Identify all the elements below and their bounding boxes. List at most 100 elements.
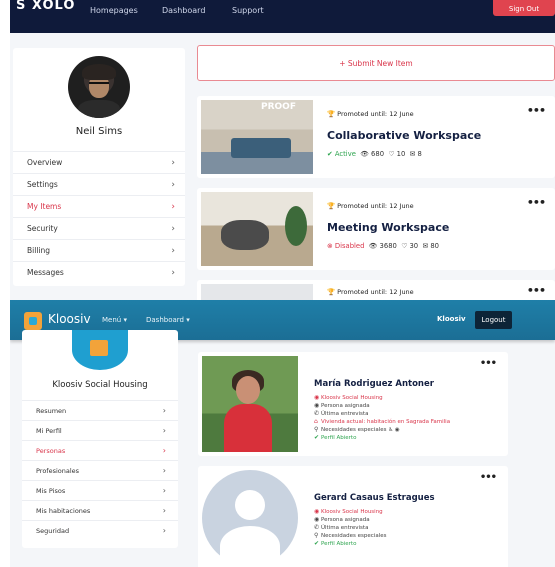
- chevron-right-icon: ›: [162, 466, 166, 475]
- nav-homepages[interactable]: Homepages: [90, 6, 138, 15]
- sidebar-item-mi-perfil[interactable]: Mi Perfil ›: [22, 420, 178, 440]
- trophy-icon: 🏆: [327, 110, 336, 118]
- sidebar-item-personas[interactable]: Personas ›: [22, 440, 178, 460]
- eye-icon: ◉: [314, 516, 320, 523]
- trophy-icon: 🏆: [327, 288, 336, 296]
- nav-dashboard[interactable]: Dashboard: [162, 6, 205, 15]
- eye-icon: 👁: [360, 150, 369, 158]
- chevron-right-icon: ›: [162, 426, 166, 435]
- sidebar-item-billing[interactable]: Billing ›: [13, 239, 185, 261]
- sidebar-item-overview[interactable]: Overview ›: [13, 151, 185, 173]
- trophy-icon: ⚲: [314, 532, 319, 539]
- more-options-icon[interactable]: •••: [480, 472, 497, 483]
- eye-icon: ◉: [394, 427, 400, 433]
- promoted-until: 🏆 Promoted until: 12 June: [327, 288, 414, 296]
- item-title[interactable]: Meeting Workspace: [327, 221, 449, 234]
- more-options-icon[interactable]: •••: [480, 358, 497, 369]
- item-stats: ⊗ Disabled 👁 3680 ♡ 30 ✉ 80: [327, 242, 439, 250]
- composite-screenshot: S XOLO Homepages Dashboard Support Sign …: [0, 0, 555, 567]
- more-options-icon[interactable]: •••: [527, 196, 546, 209]
- logout-button[interactable]: Logout: [475, 311, 512, 329]
- views-count: 3680: [379, 242, 397, 250]
- item-stats: ✔ Active 👁 680 ♡ 10 ✉ 8: [327, 150, 422, 158]
- chevron-right-icon: ›: [162, 486, 166, 495]
- home-icon: ⌂: [314, 418, 318, 425]
- person-card[interactable]: Gerard Casaus Estragues ◉ Kloosiv Social …: [198, 466, 508, 567]
- sidebar-item-my-items[interactable]: My Items ›: [13, 195, 185, 217]
- top-navbar: S XOLO Homepages Dashboard Support Sign …: [10, 0, 555, 33]
- sidebar-item-resumen[interactable]: Resumen ›: [22, 400, 178, 420]
- person-name[interactable]: Gerard Casaus Estragues: [314, 493, 435, 503]
- person-last-interview: ✆ Última entrevista: [314, 410, 369, 417]
- status-badge: Disabled: [334, 242, 365, 250]
- promoted-until: 🏆 Promoted until: 12 June: [327, 110, 414, 118]
- user-name: Neil Sims: [75, 126, 123, 137]
- status-badge: Active: [334, 150, 356, 158]
- sidebar-item-mis-habitaciones[interactable]: Mis habitaciones ›: [22, 500, 178, 520]
- sidebar-item-profesionales[interactable]: Profesionales ›: [22, 460, 178, 480]
- user-link[interactable]: Kloosiv: [437, 315, 466, 323]
- org-logo: [72, 330, 128, 370]
- nav-support[interactable]: Support: [232, 6, 264, 15]
- more-options-icon[interactable]: •••: [527, 104, 546, 117]
- eye-icon: 👁: [368, 242, 378, 250]
- org-sidebar: Kloosiv Social Housing Resumen › Mi Perfi…: [22, 330, 178, 548]
- sign-out-button[interactable]: Sign Out: [493, 0, 555, 16]
- avatar: [68, 56, 130, 118]
- sidebar-item-settings[interactable]: Settings ›: [13, 173, 185, 195]
- promoted-until: 🏆 Promoted until: 12 June: [327, 202, 414, 210]
- top-app: S XOLO Homepages Dashboard Support Sign …: [10, 0, 555, 300]
- chevron-right-icon: ›: [171, 224, 175, 234]
- person-needs: ⚲ Necesidades especiales: [314, 532, 387, 539]
- trophy-icon: ⚲: [314, 426, 319, 433]
- top-logo[interactable]: S XOLO: [16, 0, 75, 13]
- item-card[interactable]: 🏆 Promoted until: 12 June Meeting Worksp…: [197, 188, 555, 270]
- views-count: 680: [371, 150, 385, 158]
- chevron-right-icon: ›: [171, 268, 175, 278]
- nav-menu-dropdown[interactable]: Menú ▾: [102, 316, 127, 324]
- trophy-icon: 🏆: [327, 202, 336, 210]
- chevron-right-icon: ›: [171, 180, 175, 190]
- person-needs: ⚲ Necesidades especiales ♿ ◉: [314, 426, 400, 433]
- nav-dashboard-dropdown[interactable]: Dashboard ▾: [146, 316, 190, 324]
- sidebar-item-security[interactable]: Security ›: [13, 217, 185, 239]
- messages-count: 8: [417, 150, 422, 158]
- messages-count: 80: [430, 242, 439, 250]
- sidebar-item-seguridad[interactable]: Seguridad ›: [22, 520, 178, 540]
- person-photo-placeholder: [202, 470, 298, 566]
- phone-icon: ✆: [314, 410, 320, 417]
- chevron-right-icon: ›: [162, 446, 166, 455]
- more-options-icon[interactable]: •••: [527, 284, 546, 297]
- chevron-right-icon: ›: [171, 246, 175, 256]
- submit-new-item-button[interactable]: + Submit New Item: [197, 45, 555, 81]
- person-assigned: ◉ Persona asignada: [314, 402, 370, 409]
- envelope-icon: ✉: [409, 150, 416, 158]
- kloosiv-logo-icon[interactable]: [24, 312, 42, 330]
- item-title[interactable]: Collaborative Workspace: [327, 129, 481, 142]
- sidebar-item-messages[interactable]: Messages ›: [13, 261, 185, 283]
- person-org: ◉ Kloosiv Social Housing: [314, 394, 383, 401]
- phone-icon: ✆: [314, 524, 320, 531]
- heart-icon: ♡: [401, 242, 408, 250]
- likes-count: 10: [396, 150, 406, 158]
- chevron-right-icon: ›: [162, 526, 166, 535]
- x-circle-icon: ⊗: [327, 242, 333, 250]
- person-org: ◉ Kloosiv Social Housing: [314, 508, 383, 515]
- sidebar-menu: Overview › Settings › My Items › Security › …: [13, 151, 185, 283]
- check-circle-icon: ✔: [327, 150, 333, 158]
- person-status: ✔ Perfil Abierto: [314, 434, 357, 441]
- eye-icon: ◉: [314, 402, 320, 409]
- person-card[interactable]: María Rodriguez Antoner ◉ Kloosiv Social …: [198, 352, 508, 456]
- person-last-interview: ✆ Última entrevista: [314, 524, 369, 531]
- check-circle-icon: ✔: [314, 540, 320, 547]
- profile-sidebar: Neil Sims Overview › Settings › My Items › …: [13, 48, 185, 286]
- sidebar-menu: Resumen › Mi Perfil › Personas › Profesiona…: [22, 400, 178, 540]
- item-card[interactable]: PROOF 🏆 Promoted until: 12 June Collabor…: [197, 96, 555, 178]
- sidebar-item-mis-pisos[interactable]: Mis Pisos ›: [22, 480, 178, 500]
- chevron-right-icon: ›: [162, 406, 166, 415]
- item-thumbnail: [201, 284, 313, 300]
- person-name[interactable]: María Rodriguez Antoner: [314, 379, 434, 389]
- item-card[interactable]: 🏆 Promoted until: 12 June •••: [197, 280, 555, 300]
- chevron-right-icon: ›: [171, 158, 175, 168]
- brand-name[interactable]: Kloosiv: [48, 312, 91, 326]
